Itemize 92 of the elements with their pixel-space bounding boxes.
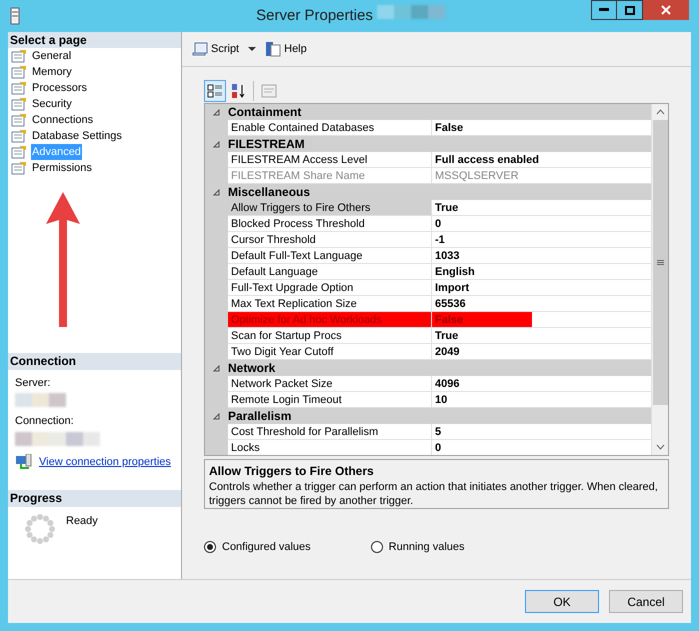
spinner-icon (24, 513, 56, 545)
property-name[interactable]: Scan for Startup Procs (228, 328, 432, 344)
page-icon (11, 161, 27, 175)
sort-icon (230, 83, 246, 99)
property-name[interactable]: Blocked Process Threshold (228, 216, 432, 232)
property-name[interactable]: Default Full-Text Language (228, 248, 432, 264)
description-text: Controls whether a trigger can perform an action that initiates another trigger. When cleared, triggers cannot be fired by another trigger. (209, 480, 659, 508)
property-value[interactable]: False (432, 120, 651, 136)
minimize-button[interactable] (591, 0, 617, 20)
collapse-icon[interactable] (213, 140, 220, 148)
help-button[interactable]: Help (265, 40, 307, 58)
page-icon (11, 81, 27, 95)
page-icon (11, 97, 27, 111)
minimize-icon (599, 8, 609, 12)
page-list-item[interactable]: Processors (31, 80, 88, 96)
close-button[interactable] (643, 0, 689, 20)
property-value[interactable]: Import (432, 280, 651, 296)
collapse-icon[interactable] (213, 188, 220, 196)
property-value[interactable]: Full access enabled (432, 152, 651, 168)
property-name[interactable]: Remote Login Timeout (228, 392, 432, 408)
page-list-item[interactable]: General (31, 48, 72, 64)
page-list-item[interactable]: Database Settings (31, 128, 123, 144)
progress-status: Ready (66, 514, 98, 529)
radio-button[interactable] (370, 541, 383, 554)
page-list-item[interactable]: Security (31, 96, 73, 112)
caret-icon[interactable] (247, 46, 258, 52)
property-value[interactable]: 4096 (432, 376, 651, 392)
collapse-icon[interactable] (213, 364, 220, 372)
property-value[interactable]: 0 (432, 216, 651, 232)
category-header[interactable]: Network (228, 360, 276, 376)
property-value[interactable]: 5 (432, 424, 651, 440)
category-header[interactable]: Miscellaneous (228, 184, 310, 200)
radio-label: Running values (388, 540, 465, 555)
property-value[interactable]: 65536 (432, 296, 651, 312)
category-header[interactable]: Containment (228, 104, 302, 120)
property-value[interactable]: 2049 (432, 344, 651, 360)
property-value[interactable]: English (432, 264, 651, 280)
property-name[interactable]: Full-Text Upgrade Option (228, 280, 432, 296)
property-name[interactable]: Locks (228, 440, 432, 455)
categorized-button[interactable] (204, 80, 226, 102)
view-connection-link[interactable]: View connection properties (39, 454, 171, 470)
property-name[interactable]: Cost Threshold for Parallelism (228, 424, 432, 440)
close-icon (661, 5, 671, 15)
property-name[interactable]: Default Language (228, 264, 432, 280)
page-list-item[interactable]: Permissions (31, 160, 93, 176)
collapse-icon[interactable] (213, 412, 220, 420)
collapse-icon[interactable] (213, 108, 220, 116)
radio-button[interactable] (204, 541, 216, 554)
page-icon (11, 113, 27, 127)
scroll-thumb[interactable] (652, 120, 668, 405)
server-label: Server: (15, 376, 52, 390)
grip-icon (656, 260, 664, 266)
property-name[interactable]: Max Text Replication Size (228, 296, 432, 312)
property-name[interactable]: Enable Contained Databases (228, 120, 432, 136)
property-value[interactable]: 1033 (432, 248, 651, 264)
dialog-button[interactable]: OK (525, 590, 599, 613)
section-header: Select a page (8, 32, 181, 48)
redacted-block (15, 393, 66, 407)
property-name[interactable]: Network Packet Size (228, 376, 432, 392)
page-list-item[interactable]: Connections (31, 112, 94, 128)
book-icon (265, 41, 282, 57)
property-value[interactable]: 10 (432, 392, 651, 408)
categorized-icon (207, 83, 223, 99)
radio-label: Configured values (222, 540, 311, 555)
property-name[interactable]: FILESTREAM Access Level (228, 152, 432, 168)
property-name[interactable]: Allow Triggers to Fire Others (228, 200, 432, 216)
network-icon (15, 454, 33, 470)
property-value[interactable]: True (432, 328, 651, 344)
page-icon (11, 49, 27, 63)
property-value[interactable]: True (432, 200, 651, 216)
redacted-block (376, 4, 445, 19)
dialog-button[interactable]: Cancel (609, 590, 683, 613)
property-name[interactable]: Cursor Threshold (228, 232, 432, 248)
section-header: Progress (8, 490, 181, 507)
property-pages-icon (261, 84, 277, 98)
maximize-icon (624, 6, 634, 14)
category-header[interactable]: Parallelism (228, 408, 292, 424)
section-header: Connection (8, 352, 181, 370)
connection-label: Connection: (15, 414, 75, 429)
property-name[interactable]: Two Digit Year Cutoff (228, 344, 432, 360)
category-header[interactable]: FILESTREAM (228, 136, 305, 152)
property-value[interactable]: -1 (432, 232, 651, 248)
property-value[interactable]: 0 (432, 440, 651, 455)
page-icon (11, 65, 27, 79)
window-title: Server Properties (256, 6, 373, 26)
description-title: Allow Triggers to Fire Others (209, 463, 375, 480)
page-icon (11, 129, 27, 143)
scrollbar[interactable] (651, 104, 668, 455)
page-list-item[interactable]: Memory (31, 64, 73, 80)
server-icon (10, 7, 20, 25)
page-icon (11, 145, 27, 159)
script-button[interactable]: Script (192, 40, 240, 58)
